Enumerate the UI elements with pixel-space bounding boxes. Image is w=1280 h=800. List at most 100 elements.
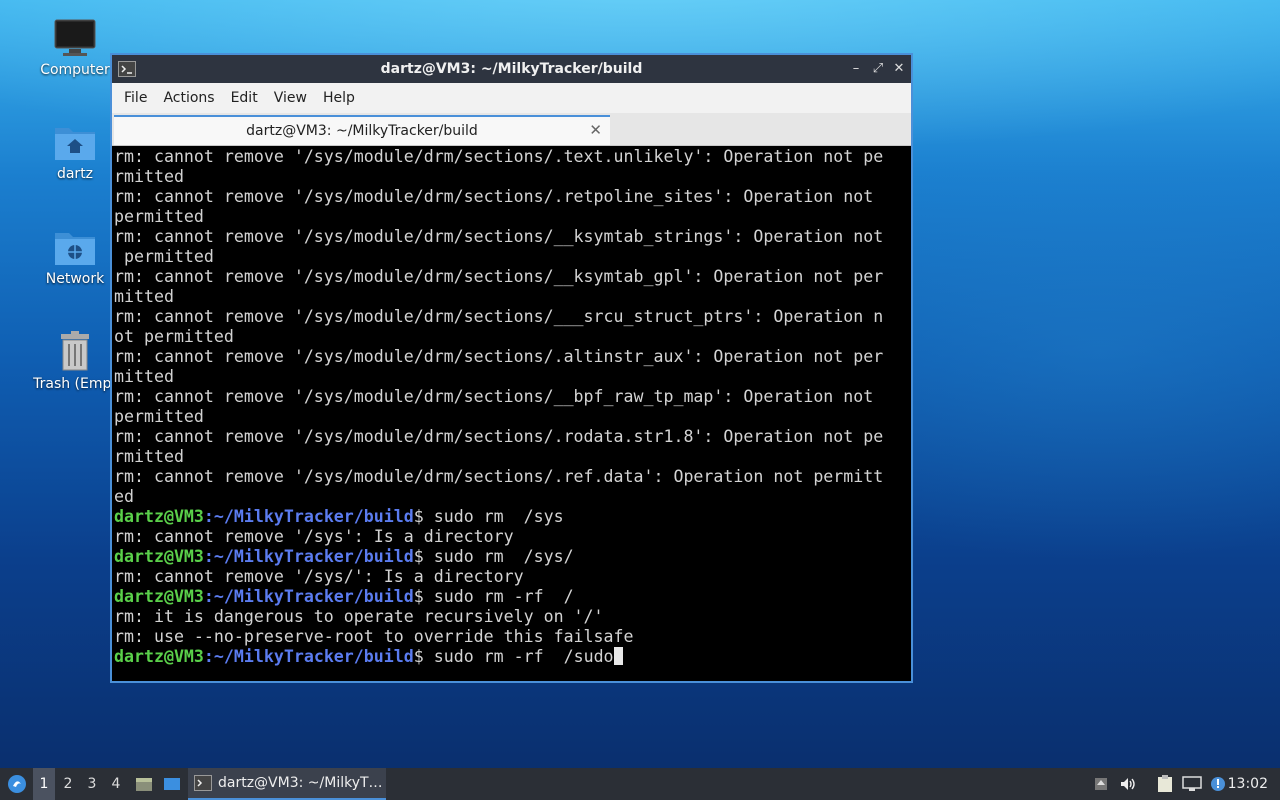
tray-network[interactable] bbox=[1180, 768, 1204, 800]
trash-icon bbox=[61, 331, 89, 371]
file-manager-icon bbox=[136, 778, 152, 791]
taskbar-task-terminal[interactable]: dartz@VM3: ~/MilkyT… bbox=[188, 768, 386, 800]
eject-icon bbox=[1095, 778, 1107, 790]
desktop-icon-label: Network bbox=[45, 271, 105, 287]
monitor-icon bbox=[54, 19, 96, 56]
terminal-output-line: permitted bbox=[114, 407, 204, 426]
command-text[interactable]: sudo rm -rf /sudo bbox=[424, 647, 614, 666]
desktop-icon-home[interactable]: dartz bbox=[30, 122, 120, 182]
desktop-icon-network[interactable]: Network bbox=[30, 227, 120, 287]
terminal-output-line: rm: it is dangerous to operate recursive… bbox=[114, 607, 604, 626]
volume-icon bbox=[1121, 778, 1135, 790]
tray-updates[interactable] bbox=[1207, 768, 1229, 800]
menubar: File Actions Edit View Help bbox=[112, 83, 911, 113]
terminal-app-icon bbox=[118, 61, 136, 77]
terminal-output[interactable]: rm: cannot remove '/sys/module/drm/secti… bbox=[114, 147, 909, 679]
tray-clipboard[interactable] bbox=[1154, 768, 1176, 800]
menu-help[interactable]: Help bbox=[315, 90, 363, 106]
terminal-output-line: rmitted bbox=[114, 167, 184, 186]
prompt-user: dartz@VM3 bbox=[114, 507, 204, 526]
distro-logo-icon bbox=[8, 775, 26, 793]
terminal-output-line: mitted bbox=[114, 367, 174, 386]
network-icon bbox=[1182, 776, 1202, 791]
tab-label: dartz@VM3: ~/MilkyTracker/build bbox=[246, 123, 478, 139]
desktop-icon-computer[interactable]: Computer bbox=[30, 18, 120, 78]
terminal-output-line: permitted bbox=[114, 247, 214, 266]
prompt-path: ~/MilkyTracker/build bbox=[213, 547, 414, 566]
network-folder-icon bbox=[55, 233, 95, 265]
prompt-path: ~/MilkyTracker/build bbox=[213, 507, 414, 526]
window-title: dartz@VM3: ~/MilkyTracker/build bbox=[380, 61, 643, 77]
terminal-prompt-line: dartz@VM3:~/MilkyTracker/build$ sudo rm … bbox=[114, 547, 909, 567]
task-label: dartz@VM3: ~/MilkyT… bbox=[218, 775, 383, 791]
terminal-output-line: permitted bbox=[114, 207, 204, 226]
prompt-separator: : bbox=[203, 507, 214, 526]
menu-edit[interactable]: Edit bbox=[223, 90, 266, 106]
terminal-output-line: rm: cannot remove '/sys/module/drm/secti… bbox=[114, 227, 884, 246]
terminal-output-line: rm: cannot remove '/sys': Is a directory bbox=[114, 527, 514, 546]
terminal-window[interactable]: dartz@VM3: ~/MilkyTracker/build – ⤢ ✕ Fi… bbox=[110, 53, 913, 683]
menu-actions[interactable]: Actions bbox=[155, 90, 222, 106]
command-text: sudo rm -rf / bbox=[423, 587, 574, 606]
terminal-output-line: mitted bbox=[114, 287, 174, 306]
desktop-icon-trash[interactable]: Trash (Empt bbox=[30, 330, 120, 392]
prompt-separator: : bbox=[203, 647, 214, 666]
tab-close-button[interactable]: ✕ bbox=[589, 121, 602, 139]
text-cursor bbox=[613, 647, 623, 665]
minimize-button[interactable]: – bbox=[847, 60, 865, 78]
show-desktop-button[interactable] bbox=[161, 768, 183, 800]
prompt-path: ~/MilkyTracker/build bbox=[213, 587, 414, 606]
window-titlebar[interactable]: dartz@VM3: ~/MilkyTracker/build – ⤢ ✕ bbox=[112, 55, 911, 83]
terminal-output-line: rm: cannot remove '/sys/module/drm/secti… bbox=[114, 427, 884, 446]
terminal-output-line: rm: cannot remove '/sys/module/drm/secti… bbox=[114, 467, 884, 486]
prompt-path: ~/MilkyTracker/build bbox=[213, 647, 414, 666]
command-text: sudo rm /sys bbox=[423, 507, 564, 526]
desktop-icon bbox=[164, 778, 180, 790]
home-folder-icon bbox=[55, 128, 95, 160]
terminal-output-line: rm: cannot remove '/sys/module/drm/secti… bbox=[114, 147, 884, 166]
clock[interactable]: 13:02 bbox=[1228, 768, 1268, 800]
terminal-output-line: rm: cannot remove '/sys/module/drm/secti… bbox=[114, 187, 874, 206]
clipboard-icon bbox=[1158, 775, 1172, 792]
maximize-button[interactable]: ⤢ bbox=[869, 60, 887, 78]
tray-volume[interactable] bbox=[1116, 768, 1140, 800]
desktop-icon-label: dartz bbox=[56, 166, 94, 182]
terminal-prompt-line: dartz@VM3:~/MilkyTracker/build$ sudo rm … bbox=[114, 647, 909, 667]
start-menu-button[interactable] bbox=[4, 768, 30, 800]
desktop-icon-label: Trash (Empt bbox=[33, 376, 117, 392]
update-notifier-icon bbox=[1211, 777, 1225, 791]
prompt-user: dartz@VM3 bbox=[114, 587, 204, 606]
workspace-1[interactable]: 1 bbox=[33, 768, 55, 800]
terminal-output-line: rmitted bbox=[114, 447, 184, 466]
terminal-prompt-line: dartz@VM3:~/MilkyTracker/build$ sudo rm … bbox=[114, 507, 909, 527]
workspace-3[interactable]: 3 bbox=[81, 768, 103, 800]
terminal-output-line: ot permitted bbox=[114, 327, 234, 346]
menu-file[interactable]: File bbox=[116, 90, 155, 106]
menu-view[interactable]: View bbox=[266, 90, 315, 106]
terminal-output-line: rm: cannot remove '/sys/module/drm/secti… bbox=[114, 307, 884, 326]
prompt-sign: $ bbox=[413, 647, 424, 666]
terminal-prompt-line: dartz@VM3:~/MilkyTracker/build$ sudo rm … bbox=[114, 587, 909, 607]
terminal-task-icon bbox=[194, 775, 212, 791]
tab-bar: dartz@VM3: ~/MilkyTracker/build ✕ bbox=[112, 113, 911, 146]
terminal-output-line: rm: cannot remove '/sys/': Is a director… bbox=[114, 567, 524, 586]
prompt-user: dartz@VM3 bbox=[114, 647, 204, 666]
tray-eject[interactable] bbox=[1090, 768, 1112, 800]
command-text: sudo rm /sys/ bbox=[423, 547, 574, 566]
file-manager-launcher[interactable] bbox=[133, 768, 155, 800]
close-button[interactable]: ✕ bbox=[890, 60, 908, 78]
prompt-user: dartz@VM3 bbox=[114, 547, 204, 566]
prompt-sign: $ bbox=[413, 587, 424, 606]
prompt-sign: $ bbox=[413, 547, 424, 566]
prompt-separator: : bbox=[203, 587, 214, 606]
terminal-tab[interactable]: dartz@VM3: ~/MilkyTracker/build ✕ bbox=[114, 115, 610, 145]
desktop-icon-label: Computer bbox=[40, 62, 110, 78]
terminal-output-line: rm: cannot remove '/sys/module/drm/secti… bbox=[114, 347, 884, 366]
workspace-2[interactable]: 2 bbox=[57, 768, 79, 800]
terminal-output-line: ed bbox=[114, 487, 134, 506]
terminal-output-line: rm: use --no-preserve-root to override t… bbox=[114, 627, 634, 646]
taskbar: 1 2 3 4 dartz@VM3: ~/MilkyT… 13:02 bbox=[0, 768, 1280, 800]
prompt-sign: $ bbox=[413, 507, 424, 526]
workspace-4[interactable]: 4 bbox=[105, 768, 127, 800]
terminal-output-line: rm: cannot remove '/sys/module/drm/secti… bbox=[114, 267, 884, 286]
